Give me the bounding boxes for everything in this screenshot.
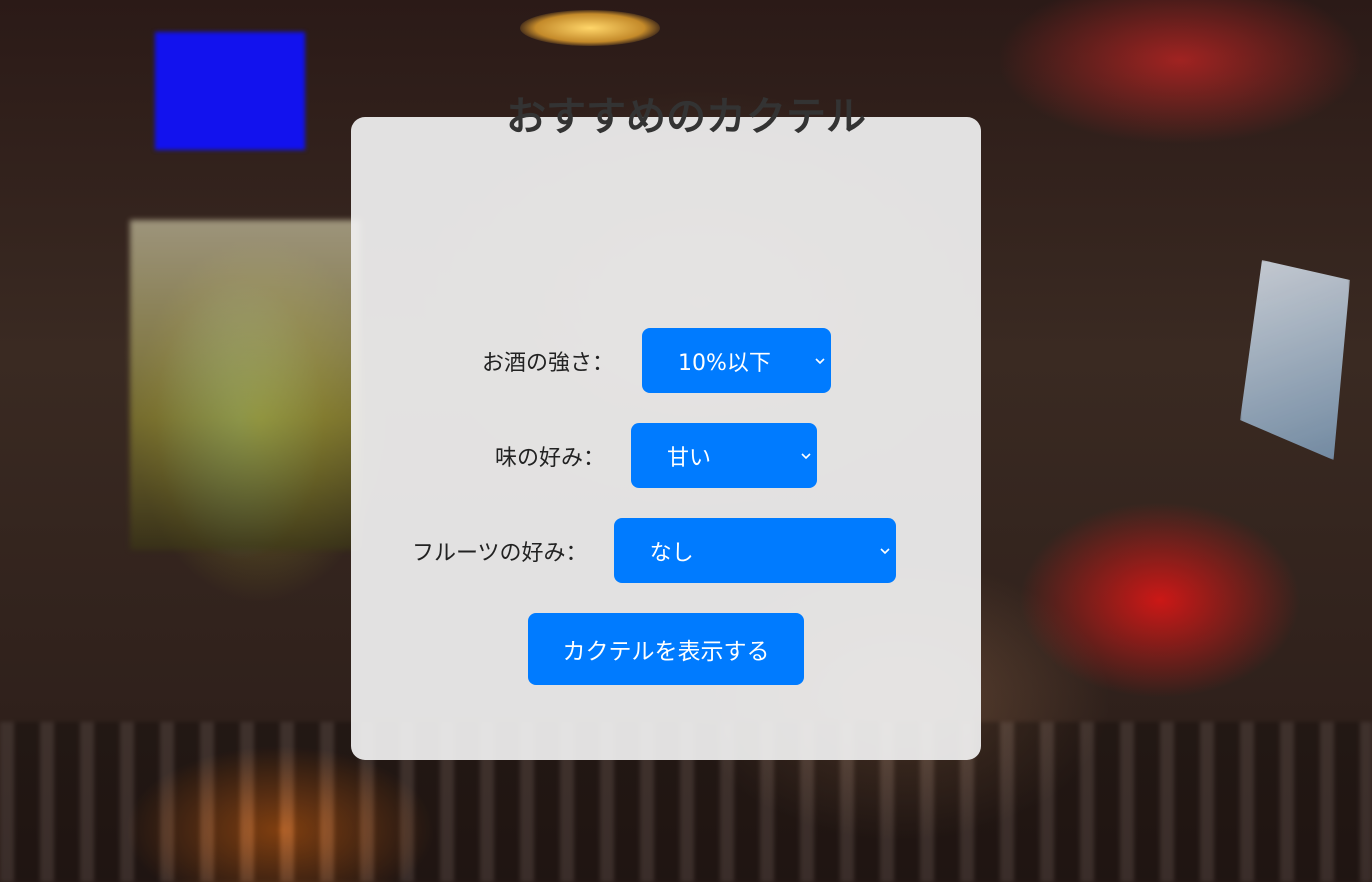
show-cocktail-button[interactable]: カクテルを表示する (528, 613, 804, 685)
chevron-down-icon (879, 547, 890, 554)
strength-select-value: 10%以下 (678, 350, 771, 376)
background-pennant (1240, 260, 1350, 460)
background-bottle-shelf (130, 220, 360, 550)
fruit-select-value: なし (649, 540, 694, 566)
page-title: おすすめのカクテル (506, 94, 866, 140)
fruit-row: フルーツの好み： なし (412, 518, 896, 583)
strength-select[interactable]: 10%以下 (642, 328, 832, 393)
chevron-down-icon (815, 357, 825, 364)
background-ceiling-lamp (520, 10, 660, 46)
taste-label: 味の好み： (495, 445, 606, 471)
fruit-label: フルーツの好み： (412, 540, 588, 566)
taste-row: 味の好み： 甘い (495, 423, 818, 488)
strength-row: お酒の強さ： 10%以下 (482, 328, 832, 393)
strength-label: お酒の強さ： (482, 350, 615, 376)
chevron-down-icon (801, 452, 811, 459)
taste-select-value: 甘い (667, 445, 712, 471)
fruit-select[interactable]: なし (613, 518, 896, 583)
taste-select[interactable]: 甘い (631, 423, 818, 488)
